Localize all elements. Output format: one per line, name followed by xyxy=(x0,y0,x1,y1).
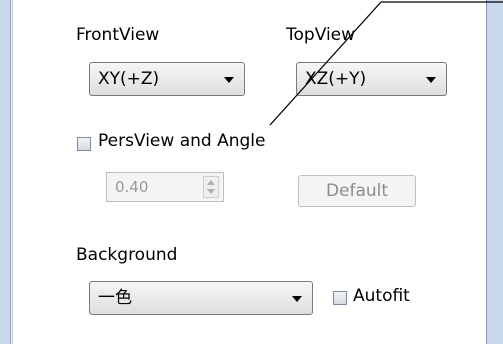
annotation-leader-line xyxy=(269,1,503,126)
